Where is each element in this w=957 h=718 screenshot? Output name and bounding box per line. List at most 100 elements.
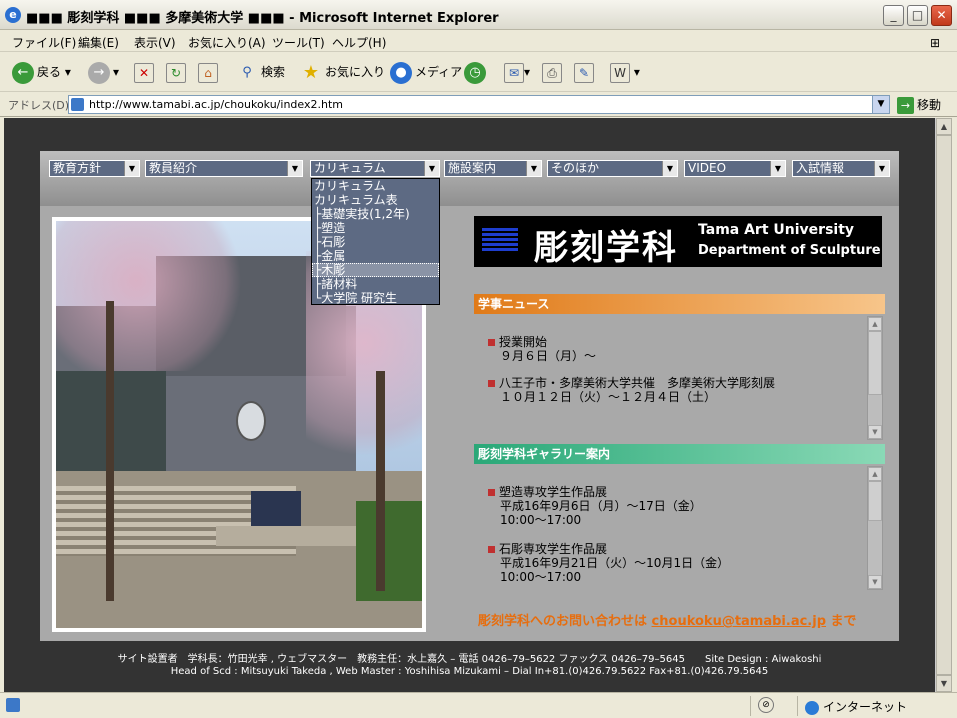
contact-line: 彫刻学科へのお問い合わせは choukoku@tamabi.ac.jp まで bbox=[478, 614, 857, 629]
gallery-item[interactable]: 石彫専攻学生作品展 平成16年9月21日（火）～10月1日（金） 10:00～1… bbox=[488, 542, 729, 584]
dropdown-option-highlighted[interactable]: ├木彫 bbox=[312, 263, 439, 277]
stop-icon: ✕ bbox=[134, 62, 154, 83]
nav-select-sonohoka[interactable]: そのほか ▼ bbox=[547, 160, 678, 177]
privacy-icon[interactable]: ⊘ bbox=[758, 697, 774, 713]
gallery-item[interactable]: 塑造専攻学生作品展 平成16年9月6日（月）～17日（金） 10:00～17:0… bbox=[488, 485, 702, 527]
chevron-down-icon: ▼ bbox=[526, 161, 541, 176]
menu-file[interactable]: ファイル(F) bbox=[12, 34, 76, 51]
refresh-button[interactable]: ↻ bbox=[166, 60, 186, 84]
address-label: アドレス(D) bbox=[8, 99, 70, 112]
menu-view[interactable]: 表示(V) bbox=[134, 34, 176, 51]
news-header: 学事ニュース bbox=[474, 294, 885, 314]
dropdown-option[interactable]: カリキュラム bbox=[312, 179, 439, 193]
scroll-down-icon[interactable]: ▼ bbox=[868, 425, 882, 439]
word-icon: W bbox=[610, 62, 630, 83]
maximize-button[interactable]: □ bbox=[907, 5, 928, 26]
dropdown-option[interactable]: ├塑造 bbox=[312, 221, 439, 235]
scroll-down-icon[interactable]: ▼ bbox=[868, 575, 882, 589]
chevron-down-icon: ▼ bbox=[874, 161, 889, 176]
address-url: http://www.tamabi.ac.jp/choukoku/index2.… bbox=[89, 98, 343, 111]
back-button[interactable]: ← 戻る ▾ bbox=[12, 60, 71, 84]
back-arrow-icon: ← bbox=[12, 61, 34, 84]
logo-title-jp: 彫刻学科 bbox=[534, 228, 678, 268]
gallery-header: 彫刻学科ギャラリー案内 bbox=[474, 444, 885, 464]
dropdown-option[interactable]: ├石彫 bbox=[312, 235, 439, 249]
curriculum-dropdown-list: カリキュラム カリキュラム表 ├基礎実技(1,2年) ├塑造 ├石彫 ├金属 ├… bbox=[311, 178, 440, 305]
mail-icon: ✉ bbox=[504, 62, 524, 83]
status-bar: ⊘ インターネット bbox=[0, 692, 957, 718]
history-button[interactable]: ◷ bbox=[464, 60, 489, 84]
nav-select-curriculum[interactable]: カリキュラム ▼ bbox=[310, 160, 440, 177]
scroll-up-icon[interactable]: ▲ bbox=[868, 317, 882, 331]
bullet-icon bbox=[488, 380, 495, 387]
forward-arrow-icon: → bbox=[88, 61, 110, 84]
close-button[interactable]: ✕ bbox=[931, 5, 952, 26]
nav-select-kyoiku[interactable]: 教育方針 ▼ bbox=[49, 160, 140, 177]
logo-title-en2: Department of Sculpture bbox=[698, 243, 881, 258]
print-button[interactable]: ⎙ bbox=[542, 60, 562, 84]
news-item[interactable]: 授業開始 ９月６日（月）～ bbox=[488, 335, 596, 363]
media-globe-icon: ● bbox=[390, 61, 412, 84]
menu-tools[interactable]: ツール(T) bbox=[272, 34, 325, 51]
home-button[interactable]: ⌂ bbox=[198, 60, 218, 84]
stop-button[interactable]: ✕ bbox=[134, 60, 154, 84]
refresh-icon: ↻ bbox=[166, 62, 186, 83]
word-button[interactable]: W ▾ bbox=[610, 60, 640, 84]
nav-select-nyushi[interactable]: 入試情報 ▼ bbox=[792, 160, 890, 177]
news-scrollbar[interactable]: ▲ ▼ bbox=[867, 316, 883, 440]
nav-select-kyoin[interactable]: 教員紹介 ▼ bbox=[145, 160, 303, 177]
home-icon: ⌂ bbox=[198, 62, 218, 83]
dropdown-option[interactable]: └大学院 研究生 bbox=[312, 291, 439, 305]
gallery-scrollbar[interactable]: ▲ ▼ bbox=[867, 466, 883, 590]
chevron-down-icon: ▼ bbox=[124, 161, 139, 176]
history-icon: ◷ bbox=[464, 61, 486, 84]
nav-select-shisetsu[interactable]: 施設案内 ▼ bbox=[444, 160, 542, 177]
contact-email-link[interactable]: choukoku@tamabi.ac.jp bbox=[652, 614, 826, 629]
printer-icon: ⎙ bbox=[542, 62, 562, 83]
internet-globe-icon bbox=[805, 700, 819, 715]
forward-button[interactable]: → ▾ bbox=[88, 60, 119, 84]
window-title: ■■■ 彫刻学科 ■■■ 多摩美術大学 ■■■ - Microsoft Inte… bbox=[26, 11, 499, 26]
scroll-up-icon[interactable]: ▲ bbox=[868, 467, 882, 481]
media-button[interactable]: ● メディア bbox=[390, 60, 462, 84]
dropdown-option[interactable]: ├基礎実技(1,2年) bbox=[312, 207, 439, 221]
scroll-thumb[interactable] bbox=[868, 331, 882, 395]
bullet-icon bbox=[488, 546, 495, 553]
chevron-down-icon: ▼ bbox=[662, 161, 677, 176]
scroll-up-icon[interactable]: ▲ bbox=[936, 118, 952, 135]
menu-favorites[interactable]: お気に入り(A) bbox=[188, 34, 266, 51]
menu-edit[interactable]: 編集(E) bbox=[78, 34, 119, 51]
menu-help[interactable]: ヘルプ(H) bbox=[332, 34, 386, 51]
page-icon bbox=[71, 98, 84, 111]
chevron-down-icon: ▼ bbox=[770, 161, 785, 176]
search-button[interactable]: ⚲ 検索 bbox=[236, 60, 285, 84]
address-dropdown-icon[interactable]: ▼ bbox=[872, 96, 889, 113]
dropdown-option[interactable]: ├金属 bbox=[312, 249, 439, 263]
dropdown-option[interactable]: ├諸材料 bbox=[312, 277, 439, 291]
edit-button[interactable]: ✎ bbox=[574, 60, 594, 84]
bullet-icon bbox=[488, 339, 495, 346]
department-logo: 彫刻学科 Tama Art University Department of S… bbox=[474, 216, 882, 268]
minimize-button[interactable]: _ bbox=[883, 5, 904, 26]
footer: サイト設置者 学科長：竹田光幸 , ウェブマスター 教務主任：水上嘉久 – 電話… bbox=[117, 654, 822, 677]
content-panel: 教育方針 ▼ 教員紹介 ▼ カリキュラム ▼ 施設案内 ▼ そのほか ▼ VIDEO ▼ 入… bbox=[40, 151, 899, 641]
chevron-down-icon: ▼ bbox=[287, 161, 302, 176]
search-icon: ⚲ bbox=[242, 64, 252, 80]
logo-title-en1: Tama Art University bbox=[698, 222, 855, 238]
favorites-button[interactable]: ★ お気に入り bbox=[300, 60, 385, 84]
scroll-thumb[interactable] bbox=[936, 135, 952, 675]
nav-strip: 教育方針 ▼ 教員紹介 ▼ カリキュラム ▼ 施設案内 ▼ そのほか ▼ VIDEO ▼ 入… bbox=[40, 151, 899, 206]
scroll-down-icon[interactable]: ▼ bbox=[936, 675, 952, 692]
star-icon: ★ bbox=[302, 61, 320, 83]
nav-select-video[interactable]: VIDEO ▼ bbox=[684, 160, 786, 177]
scroll-thumb[interactable] bbox=[868, 481, 882, 521]
go-button[interactable]: → 移動 bbox=[897, 96, 941, 114]
dropdown-option[interactable]: カリキュラム表 bbox=[312, 193, 439, 207]
page-scrollbar[interactable]: ▲ ▼ bbox=[935, 118, 952, 692]
address-input[interactable]: http://www.tamabi.ac.jp/choukoku/index2.… bbox=[68, 95, 890, 114]
go-arrow-icon: → bbox=[897, 97, 914, 114]
chevron-down-icon: ▼ bbox=[424, 161, 439, 176]
news-item[interactable]: 八王子市・多摩美術大学共催 多摩美術大学彫刻展 １０月１２日（火）～１２月４日（… bbox=[488, 376, 775, 404]
gallery-box: 塑造専攻学生作品展 平成16年9月6日（月）～17日（金） 10:00～17:0… bbox=[474, 466, 885, 591]
mail-button[interactable]: ✉ ▾ bbox=[504, 60, 530, 84]
